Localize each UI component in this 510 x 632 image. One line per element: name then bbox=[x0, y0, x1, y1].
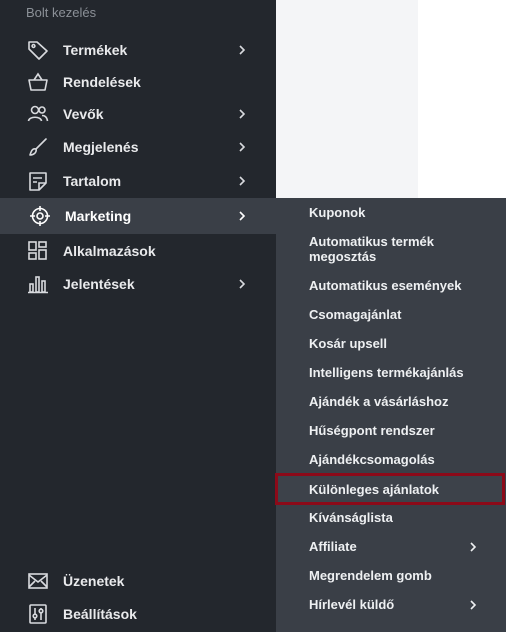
users-icon bbox=[27, 104, 49, 124]
submenu-item-kulonleges-ajanlatok[interactable]: Különleges ajánlatok bbox=[275, 473, 505, 505]
submenu-item-megrendelem-gomb[interactable]: Megrendelem gomb bbox=[276, 568, 506, 588]
submenu-item-kosar-upsell[interactable]: Kosár upsell bbox=[276, 336, 506, 356]
submenu-item-label: Kosár upsell bbox=[309, 336, 388, 351]
submenu-item-affiliate[interactable]: Affiliate bbox=[276, 539, 506, 559]
settings-icon bbox=[27, 604, 49, 624]
chevron-right-icon bbox=[236, 278, 248, 290]
submenu-item-label: Hűségpont rendszer bbox=[309, 423, 435, 438]
sidebar-item-megjelenes[interactable]: Megjelenés bbox=[0, 131, 276, 163]
chevron-right-icon bbox=[467, 599, 479, 611]
submenu-item-label: Megrendelem gomb bbox=[309, 568, 432, 583]
document-icon bbox=[27, 171, 49, 191]
submenu-item-label: Affiliate bbox=[309, 539, 357, 554]
sidebar-item-termekek[interactable]: Termékek bbox=[0, 34, 276, 66]
brush-icon bbox=[27, 137, 49, 157]
sidebar-item-jelentesek[interactable]: Jelentések bbox=[0, 268, 276, 300]
chevron-right-icon bbox=[236, 210, 248, 222]
submenu-item-label: Kívánságlista bbox=[309, 510, 393, 525]
sidebar-item-label: Vevők bbox=[63, 106, 104, 122]
sidebar-item-label: Tartalom bbox=[63, 173, 122, 189]
chevron-right-icon bbox=[236, 44, 248, 56]
sidebar-item-marketing[interactable]: Marketing bbox=[0, 198, 276, 234]
crosshair-icon bbox=[29, 205, 51, 226]
basket-icon bbox=[27, 72, 49, 92]
chevron-right-icon bbox=[467, 541, 479, 553]
sidebar-item-label: Beállítások bbox=[63, 606, 137, 622]
submenu-item-label: Ajándék a vásárláshoz bbox=[309, 394, 449, 409]
submenu-item-automatikus-esemenyek[interactable]: Automatikus események bbox=[276, 278, 506, 298]
chevron-right-icon bbox=[236, 108, 248, 120]
sidebar-item-label: Termékek bbox=[63, 42, 128, 58]
tag-icon bbox=[27, 40, 49, 60]
sidebar-item-rendelesek[interactable]: Rendelések bbox=[0, 66, 276, 98]
submenu-item-label: Hírlevél küldő bbox=[309, 597, 395, 612]
submenu-item-hirlevel-kuldo[interactable]: Hírlevél küldő bbox=[276, 597, 506, 617]
mail-icon bbox=[27, 571, 49, 591]
sidebar: Bolt kezelés Termékek Rendelések Vevők M… bbox=[0, 0, 276, 632]
submenu-item-label: Különleges ajánlatok bbox=[309, 482, 440, 497]
bar-chart-icon bbox=[27, 274, 49, 294]
submenu-item-kivansaglista[interactable]: Kívánságlista bbox=[276, 510, 506, 530]
apps-icon bbox=[27, 241, 49, 261]
chevron-right-icon bbox=[236, 175, 248, 187]
sidebar-item-vevok[interactable]: Vevők bbox=[0, 98, 276, 130]
sidebar-item-uzenetek[interactable]: Üzenetek bbox=[0, 565, 276, 597]
submenu-item-label: Intelligens termékajánlás bbox=[309, 365, 464, 380]
submenu-item-automatikus-termek-megosztas[interactable]: Automatikus termék megosztás bbox=[276, 234, 506, 266]
sidebar-item-beallitasok[interactable]: Beállítások bbox=[0, 598, 276, 630]
sidebar-item-label: Rendelések bbox=[63, 74, 141, 90]
sidebar-item-label: Alkalmazások bbox=[63, 243, 156, 259]
submenu-item-ajandekcsomagolas[interactable]: Ajándékcsomagolás bbox=[276, 452, 506, 472]
submenu-item-csomagajanlat[interactable]: Csomagajánlat bbox=[276, 307, 506, 327]
chevron-right-icon bbox=[236, 141, 248, 153]
sidebar-item-label: Megjelenés bbox=[63, 139, 139, 155]
sidebar-item-tartalom[interactable]: Tartalom bbox=[0, 165, 276, 197]
sidebar-item-label: Marketing bbox=[65, 208, 132, 224]
sidebar-item-alkalmazasok[interactable]: Alkalmazások bbox=[0, 235, 276, 267]
submenu-item-label: Automatikus események bbox=[309, 278, 462, 293]
submenu-item-label: Kuponok bbox=[309, 205, 366, 220]
submenu-item-label: Automatikus termék megosztás bbox=[309, 234, 434, 264]
sidebar-item-label: Üzenetek bbox=[63, 573, 125, 589]
submenu-item-ajandek-a-vasarlashoz[interactable]: Ajándék a vásárláshoz bbox=[276, 394, 506, 414]
marketing-submenu-lower: Kívánságlista Affiliate Megrendelem gomb… bbox=[276, 505, 506, 632]
sidebar-item-label: Jelentések bbox=[63, 276, 135, 292]
submenu-item-label: Ajándékcsomagolás bbox=[309, 452, 435, 467]
submenu-item-kuponok[interactable]: Kuponok bbox=[276, 205, 506, 225]
submenu-item-label: Csomagajánlat bbox=[309, 307, 402, 322]
submenu-item-intelligens-termekajanlas[interactable]: Intelligens termékajánlás bbox=[276, 365, 506, 385]
section-title: Bolt kezelés bbox=[26, 5, 97, 20]
main-content-area bbox=[276, 0, 418, 198]
submenu-item-husegpont-rendszer[interactable]: Hűségpont rendszer bbox=[276, 423, 506, 443]
